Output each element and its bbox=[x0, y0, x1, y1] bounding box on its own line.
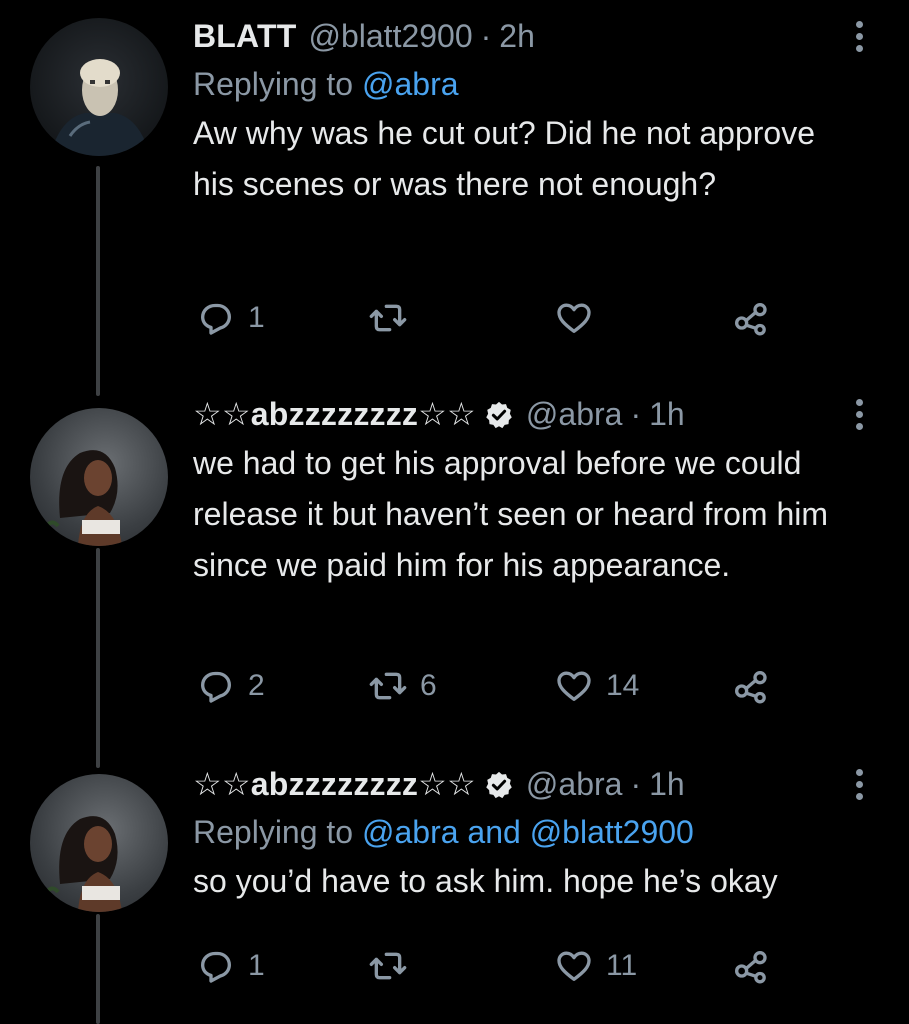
timestamp[interactable]: 1h bbox=[649, 764, 685, 804]
tweet-actions: 1 bbox=[0, 298, 909, 344]
tweet-header: ☆☆abzzzzzzzz☆☆ @abra · 1h bbox=[193, 394, 869, 434]
tweet-actions: 2 6 14 bbox=[0, 666, 909, 712]
share-icon bbox=[735, 951, 767, 984]
mention-link[interactable]: @abra bbox=[362, 814, 459, 850]
mention-conjunction[interactable]: and bbox=[467, 814, 520, 850]
retweet-count: 6 bbox=[420, 669, 437, 702]
like-icon bbox=[557, 671, 591, 701]
retweet-button[interactable] bbox=[368, 298, 420, 338]
user-handle[interactable]: @abra bbox=[526, 764, 623, 804]
verified-badge-icon bbox=[486, 401, 512, 429]
reply-count: 1 bbox=[248, 301, 265, 334]
avatar[interactable] bbox=[30, 18, 168, 156]
share-icon bbox=[735, 671, 767, 704]
mention-link[interactable]: @abra bbox=[362, 66, 459, 102]
like-icon bbox=[557, 303, 591, 333]
reply-icon bbox=[201, 303, 231, 335]
thread-line bbox=[96, 548, 100, 768]
mention-link[interactable]: @blatt2900 bbox=[530, 814, 694, 850]
retweet-icon bbox=[369, 304, 407, 332]
reply-button[interactable]: 1 bbox=[196, 298, 265, 338]
reply-button[interactable]: 2 bbox=[196, 666, 265, 706]
user-handle[interactable]: @abra bbox=[526, 394, 623, 434]
avatar[interactable] bbox=[30, 774, 168, 912]
retweet-icon bbox=[369, 952, 407, 980]
tweet-header: ☆☆abzzzzzzzz☆☆ @abra · 1h bbox=[193, 764, 869, 804]
avatar-image bbox=[50, 59, 150, 156]
timestamp[interactable]: 1h bbox=[649, 394, 685, 434]
like-icon bbox=[557, 951, 591, 981]
share-button[interactable] bbox=[730, 298, 770, 338]
like-button[interactable]: 14 bbox=[554, 666, 639, 706]
tweet-header: BLATT @blatt2900 · 2h bbox=[193, 16, 869, 56]
user-handle[interactable]: @blatt2900 bbox=[308, 16, 472, 56]
like-count: 14 bbox=[606, 669, 640, 702]
replying-to-label: Replying to bbox=[193, 814, 354, 850]
share-button[interactable] bbox=[730, 666, 770, 706]
tweet-text: so you’d have to ask him. hope he’s okay bbox=[193, 863, 778, 899]
avatar-image bbox=[43, 450, 122, 546]
reply-button[interactable]: 1 bbox=[196, 946, 265, 986]
like-button[interactable]: 11 bbox=[554, 946, 637, 986]
reply-icon bbox=[201, 671, 231, 703]
display-name[interactable]: ☆☆abzzzzzzzz☆☆ bbox=[193, 394, 476, 434]
more-options-icon[interactable] bbox=[849, 16, 869, 56]
retweet-button[interactable] bbox=[368, 946, 420, 986]
share-button[interactable] bbox=[730, 946, 770, 986]
reply-count: 2 bbox=[248, 669, 265, 702]
tweet-text: we had to get his approval before we cou… bbox=[193, 445, 828, 583]
display-name[interactable]: ☆☆abzzzzzzzz☆☆ bbox=[193, 764, 476, 804]
like-button[interactable] bbox=[554, 298, 606, 338]
verified-badge-icon bbox=[486, 771, 512, 799]
separator: · bbox=[630, 396, 642, 432]
avatar-image bbox=[43, 816, 122, 912]
retweet-icon bbox=[369, 672, 407, 700]
retweet-button[interactable]: 6 bbox=[368, 666, 437, 706]
share-icon bbox=[735, 303, 767, 336]
tweet-actions: 1 11 bbox=[0, 946, 909, 992]
replying-to: Replying to @abra bbox=[193, 62, 869, 106]
replying-to: Replying to @abra and @blatt2900 bbox=[193, 810, 869, 854]
like-count: 11 bbox=[606, 949, 638, 982]
timestamp[interactable]: 2h bbox=[499, 16, 535, 56]
separator: · bbox=[630, 766, 642, 802]
reply-icon bbox=[201, 951, 231, 983]
tweet-text: Aw why was he cut out? Did he not approv… bbox=[193, 115, 815, 202]
reply-count: 1 bbox=[248, 949, 265, 982]
display-name[interactable]: BLATT bbox=[193, 16, 296, 56]
replying-to-label: Replying to bbox=[193, 66, 354, 102]
thread-line bbox=[96, 166, 100, 396]
more-options-icon[interactable] bbox=[849, 764, 869, 804]
more-options-icon[interactable] bbox=[849, 394, 869, 434]
avatar[interactable] bbox=[30, 408, 168, 546]
separator: · bbox=[480, 18, 492, 54]
